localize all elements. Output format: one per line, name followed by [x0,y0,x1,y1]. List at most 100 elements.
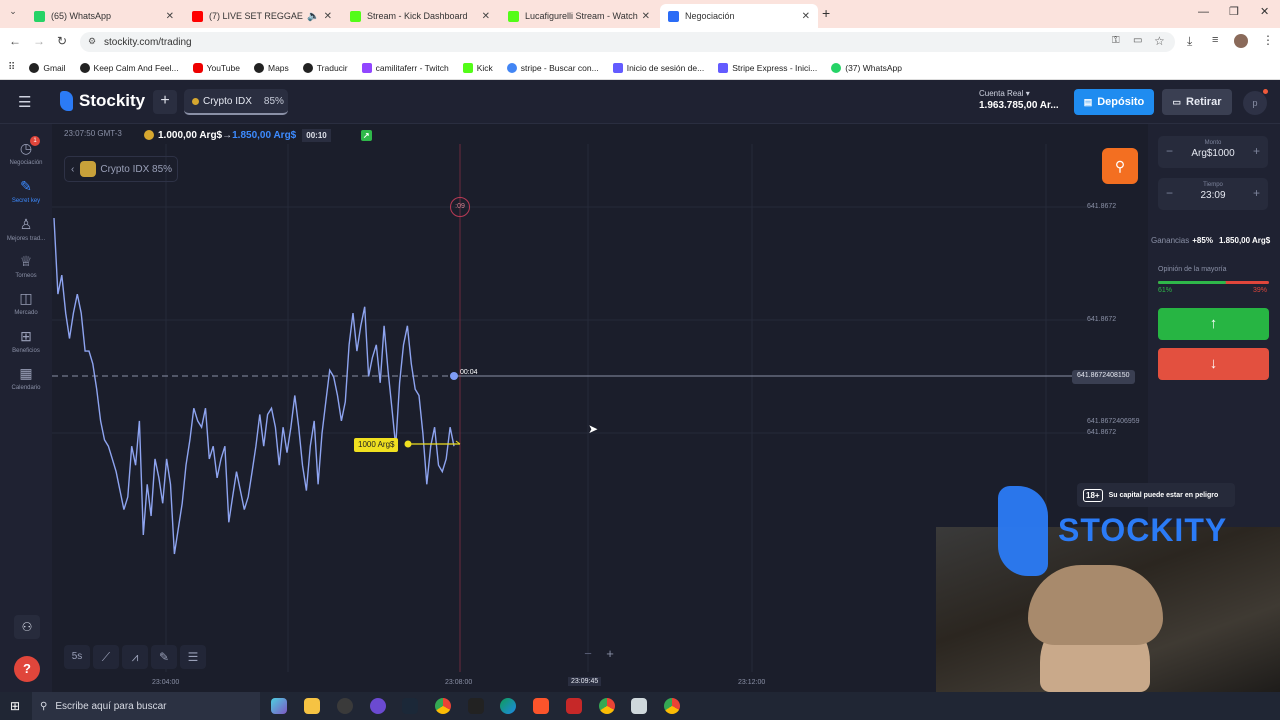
risk-warning: 18+ Su capital puede estar en peligro [1077,483,1235,507]
password-key-icon[interactable]: ⚿ [1112,35,1120,46]
tab-whatsapp[interactable]: (65) WhatsApp ✕ [26,4,182,28]
help-icon[interactable]: ? [14,656,40,682]
close-window-button[interactable]: ✕ [1260,5,1269,18]
increase-amount-button[interactable]: + [1253,144,1260,158]
stockity-logo[interactable]: Stockity [60,91,145,111]
timeframe-button[interactable]: 5s [64,645,90,669]
chrome-profile-icon[interactable] [664,698,680,714]
amount-field[interactable]: − Monto Arg$1000 + [1158,136,1268,168]
crypto-coin-icon [144,130,154,140]
current-time-label: 00:04 [460,369,478,376]
tab-youtube[interactable]: (7) LIVE SET REGGAETON C🔈✕ [184,4,340,28]
epic-games-icon[interactable] [468,698,484,714]
zoom-in-icon[interactable]: + [600,646,620,666]
close-icon[interactable]: ✕ [166,11,174,22]
file-explorer-icon[interactable] [304,698,320,714]
chrome-active-icon[interactable] [599,698,615,714]
speaker-icon[interactable]: 🔈 [307,11,319,22]
close-icon[interactable]: ✕ [802,11,810,22]
user-avatar[interactable]: p [1243,91,1267,115]
people-icon[interactable]: ⚇ [14,615,40,639]
tab-negociacion[interactable]: Negociación ✕ [660,4,818,28]
asset-tab-crypto-idx[interactable]: Crypto IDX 85% [184,89,288,115]
bookmark-maps[interactable]: Maps [253,62,289,73]
decrease-amount-button[interactable]: − [1166,144,1173,158]
tab-kick-stream[interactable]: Lucafigurelli Stream - Watch Li ✕ [500,4,658,28]
new-tab-button[interactable]: + [822,5,830,21]
add-friend-button[interactable]: ⚲ [1102,148,1138,184]
webcam-overlay [936,527,1280,692]
url-input[interactable]: ⚙ stockity.com/trading [80,32,1175,52]
sidebar-item-secret-key[interactable]: ✎ Secret key [0,178,52,204]
taskbar-search-input[interactable]: ⚲ Escribe aquí para buscar [32,692,260,720]
increase-time-button[interactable]: + [1253,186,1260,200]
bookmark-stripe-express[interactable]: Stripe Express - Inici... [718,62,817,73]
majority-up-fill [1158,281,1226,284]
bookmark-kick[interactable]: Kick [462,62,493,73]
app-icon[interactable] [370,698,386,714]
put-down-button[interactable]: ↓ [1158,348,1269,380]
cast-icon[interactable]: ▭ [1133,35,1142,46]
arrow-up-icon: ↑ [1209,315,1218,332]
sidebar-item-calendario[interactable]: ▦ Calendario [0,365,52,391]
add-asset-button[interactable]: + [153,90,177,114]
bookmark-stripe-search[interactable]: stripe - Buscar con... [506,62,599,73]
bookmark-youtube[interactable]: YouTube [192,62,240,73]
download-icon[interactable]: ⤓ [1187,34,1192,49]
sidebar-item-torneos[interactable]: ♕ Torneos [0,253,52,279]
sidebar-item-mejores-traders[interactable]: ♙ Mejores trad... [0,216,52,242]
zoom-out-icon[interactable]: − [578,646,598,666]
layers-icon[interactable]: ☰ [180,645,206,669]
profile-avatar[interactable] [1234,34,1248,48]
indicators-icon[interactable]: ⩘ [122,645,148,669]
time-field[interactable]: − Tiempo 23:09 + [1158,178,1268,210]
menu-dots-icon[interactable]: ⋮ [1262,33,1274,47]
account-selector[interactable]: Cuenta Real ▾ 1.963.785,00 Ar... [979,89,1059,111]
bookmark-gmail[interactable]: Gmail [29,62,66,73]
media-control-icon[interactable]: ≡ [1212,34,1218,46]
voicemeeter-icon[interactable] [566,698,582,714]
restore-button[interactable]: ❐ [1229,5,1239,18]
back-icon[interactable]: ← [9,34,21,48]
bookmark-stripe-login[interactable]: Inicio de sesión de... [612,62,704,73]
deposit-button[interactable]: ▤ Depósito [1074,89,1154,115]
close-icon[interactable]: ✕ [642,11,650,22]
close-icon[interactable]: ✕ [324,11,332,22]
bookmark-twitch[interactable]: camilitaferr - Twitch [361,62,449,73]
bookmark-keep-calm[interactable]: Keep Calm And Feel... [79,62,179,73]
bookmark-whatsapp[interactable]: (37) WhatsApp [831,62,902,73]
windows-start-icon[interactable]: ⊞ [10,699,20,713]
open-trade-info[interactable]: 1.000,00 Arg$ → 1.850,00 Arg$ 00:10 ↗ [144,127,372,143]
reload-icon[interactable]: ↻ [57,34,67,48]
notepad-icon[interactable] [631,698,647,714]
forward-icon[interactable]: → [33,34,45,48]
expiry-timer: :09 [450,197,470,217]
call-up-button[interactable]: ↑ [1158,308,1269,340]
sidebar-item-mercado[interactable]: ◫ Mercado [0,290,52,316]
sidebar-item-negociacion[interactable]: ◷ Negociación [0,140,52,166]
current-price-label: 641.8672408150 [1072,370,1135,384]
bookmark-traducir[interactable]: Traducir [302,62,348,73]
drawing-pencil-icon[interactable]: ✎ [151,645,177,669]
person-icon: ♙ [19,216,33,232]
brave-icon[interactable] [533,698,549,714]
chrome-icon[interactable] [435,698,451,714]
decrease-time-button[interactable]: − [1166,186,1173,200]
bookmark-star-icon[interactable]: ☆ [1154,34,1165,48]
apps-grid-icon[interactable]: ⠿ [8,62,15,73]
minimize-button[interactable]: — [1198,6,1209,18]
tab-search-icon[interactable]: ⌄ [6,6,20,20]
chart-type-icon[interactable]: ⟋ [93,645,119,669]
asset-selector[interactable]: ‹ Crypto IDX 85% [64,156,178,182]
sidebar-item-beneficios[interactable]: ⊞ Beneficios [0,328,52,354]
withdraw-button[interactable]: ▭ Retirar [1162,89,1232,115]
obs-icon[interactable] [337,698,353,714]
close-icon[interactable]: ✕ [482,11,490,22]
tab-kick-dashboard[interactable]: Stream - Kick Dashboard ✕ [342,4,498,28]
site-info-icon[interactable]: ⚙ [88,36,96,47]
profit-row: Ganancias +85% 1.850,00 Arg$ [1151,236,1271,245]
steam-icon[interactable] [402,698,418,714]
hamburger-menu-icon[interactable]: ☰ [18,93,31,111]
edge-icon[interactable] [500,698,516,714]
copilot-icon[interactable] [271,698,287,714]
